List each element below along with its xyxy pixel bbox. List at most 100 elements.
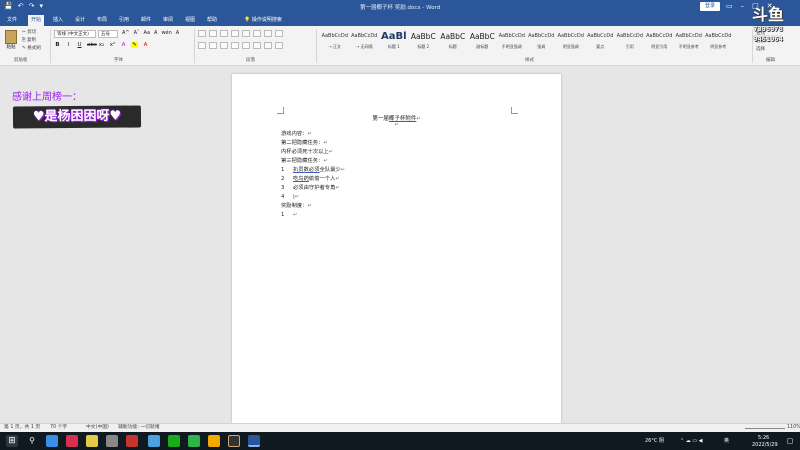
- cut-button[interactable]: ✂ 剪切: [22, 29, 41, 37]
- notification-icon[interactable]: ▢: [784, 435, 796, 447]
- align-right-icon[interactable]: [220, 42, 228, 49]
- subscript-button[interactable]: x₂: [98, 42, 105, 48]
- text-effects-icon[interactable]: A: [120, 42, 127, 48]
- tell-me-search[interactable]: 💡 操作说明搜索: [244, 15, 282, 26]
- highlight-icon[interactable]: ✎: [131, 42, 138, 48]
- word-app-icon[interactable]: [248, 435, 260, 447]
- decrease-indent-icon[interactable]: [231, 30, 239, 37]
- font-name-select[interactable]: 等线 (中文正文): [54, 30, 96, 38]
- app-icon-blue[interactable]: [148, 435, 160, 447]
- tab-view[interactable]: 视图: [182, 15, 198, 26]
- style-item[interactable]: AaBbCcDd 强调: [527, 29, 557, 55]
- italic-button[interactable]: I: [65, 42, 72, 48]
- justify-icon[interactable]: [231, 42, 239, 49]
- document-line[interactable]: 2 吃鸟药偷偷一个人↵: [281, 175, 541, 184]
- change-case-icon[interactable]: Aa: [144, 30, 150, 36]
- sort-icon[interactable]: [264, 30, 272, 37]
- shading-icon[interactable]: [264, 42, 272, 49]
- weather-widget[interactable]: 26°C 阴: [645, 438, 664, 444]
- align-center-icon[interactable]: [209, 42, 217, 49]
- font-color-icon[interactable]: A: [142, 42, 149, 48]
- tab-design[interactable]: 设计: [72, 15, 88, 26]
- system-tray-icons[interactable]: ⌃ ☁ ▭ ◀: [680, 438, 703, 444]
- distributed-icon[interactable]: [242, 42, 250, 49]
- style-item[interactable]: AaBbCcDd → 正文: [320, 29, 350, 55]
- format-painter-button[interactable]: ✎ 格式刷: [22, 45, 41, 53]
- clock-time[interactable]: 5:26: [758, 435, 769, 441]
- shrink-font-icon[interactable]: Aˇ: [134, 30, 140, 36]
- document-page[interactable]: 第一届椰子杯附件↵ ↵ 游戏内容：↵ 第二把隐藏任务：↵ 内杯必须死十次以上↵ 第三把…: [232, 74, 561, 423]
- char-border-icon[interactable]: A: [176, 30, 179, 36]
- style-item[interactable]: AaBbCcDd 引用: [615, 29, 645, 55]
- accessibility-status[interactable]: 辅助功能: 一切就绪: [118, 424, 160, 432]
- undo-icon[interactable]: ↶: [18, 2, 24, 10]
- app-icon-red[interactable]: [66, 435, 78, 447]
- style-item[interactable]: AaBbC 标题 2: [409, 29, 439, 55]
- document-line[interactable]: 3 必须由守护者专角↵: [281, 184, 541, 193]
- search-icon[interactable]: ⚲: [26, 435, 38, 447]
- style-item[interactable]: AaBbCcDd 明显参考: [704, 29, 734, 55]
- paste-button[interactable]: 粘贴: [4, 30, 18, 50]
- font-size-select[interactable]: 五号: [98, 30, 118, 38]
- redo-icon[interactable]: ↷: [29, 2, 35, 10]
- clock-date[interactable]: 2022/5/29: [752, 442, 778, 448]
- input-language-indicator[interactable]: 英: [724, 438, 729, 444]
- multilevel-list-icon[interactable]: [220, 30, 228, 37]
- zoom-level[interactable]: 110%: [787, 424, 800, 432]
- line-spacing-icon[interactable]: [253, 42, 261, 49]
- save-icon[interactable]: 💾: [4, 2, 13, 10]
- wechat-icon[interactable]: [168, 435, 180, 447]
- document-line[interactable]: 奖励制度：↵: [281, 202, 541, 211]
- style-item[interactable]: AaBbC 标题: [438, 29, 468, 55]
- show-marks-icon[interactable]: [275, 30, 283, 37]
- app-icon-yellow[interactable]: [208, 435, 220, 447]
- tab-review[interactable]: 审阅: [160, 15, 176, 26]
- bullets-icon[interactable]: [198, 30, 206, 37]
- settings-icon[interactable]: [106, 435, 118, 447]
- tab-references[interactable]: 引用: [116, 15, 132, 26]
- style-item[interactable]: AaBbC 副标题: [468, 29, 498, 55]
- file-explorer-icon[interactable]: [86, 435, 98, 447]
- game-app-icon[interactable]: [228, 435, 240, 447]
- style-item[interactable]: AaBl 标题 1: [379, 29, 409, 55]
- tab-file[interactable]: 文件: [4, 15, 20, 26]
- align-left-icon[interactable]: [198, 42, 206, 49]
- tab-insert[interactable]: 插入: [50, 15, 66, 26]
- superscript-button[interactable]: x²: [109, 42, 116, 48]
- style-item[interactable]: AaBbCcDd 要点: [586, 29, 616, 55]
- clear-format-icon[interactable]: A: [154, 30, 157, 36]
- style-item[interactable]: AaBbCcDd → 无间隔: [350, 29, 380, 55]
- tab-home[interactable]: 开始: [28, 15, 45, 26]
- tab-mailings[interactable]: 邮件: [138, 15, 154, 26]
- app-icon-red-2[interactable]: [126, 435, 138, 447]
- style-item[interactable]: AaBbCcDd 不明显强调: [497, 29, 527, 55]
- strikethrough-button[interactable]: abc: [87, 42, 97, 48]
- increase-indent-icon[interactable]: [242, 30, 250, 37]
- phonetic-guide-icon[interactable]: wén: [161, 30, 171, 36]
- style-item[interactable]: AaBbCcDd 不明显参考: [674, 29, 704, 55]
- tab-layout[interactable]: 布局: [94, 15, 110, 26]
- document-line[interactable]: 游戏内容：↵: [281, 130, 541, 139]
- borders-icon[interactable]: [275, 42, 283, 49]
- bold-button[interactable]: B: [54, 42, 61, 48]
- edge-browser-icon[interactable]: [46, 435, 58, 447]
- tab-help[interactable]: 帮助: [204, 15, 220, 26]
- start-windows-icon[interactable]: ⊞: [6, 435, 18, 447]
- document-line[interactable]: 4 |↵: [281, 193, 541, 202]
- copy-button[interactable]: ⎘ 复制: [22, 37, 41, 45]
- page-count[interactable]: 第 1 页，共 1 页: [4, 424, 40, 432]
- language-indicator[interactable]: 中文(中国): [86, 424, 109, 432]
- document-line[interactable]: 第二把隐藏任务：↵: [281, 139, 541, 148]
- grow-font-icon[interactable]: A^: [122, 30, 130, 36]
- document-line[interactable]: 1 ↵: [281, 211, 541, 220]
- document-line[interactable]: 1 扒员数必须全队最少↵: [281, 166, 541, 175]
- underline-button[interactable]: U: [76, 42, 83, 48]
- wechat-icon-2[interactable]: [188, 435, 200, 447]
- ribbon-display-icon[interactable]: ▭: [726, 2, 733, 10]
- numbering-icon[interactable]: [209, 30, 217, 37]
- customize-toolbar-icon[interactable]: ▾: [39, 2, 43, 10]
- word-count[interactable]: 70 个字: [50, 424, 67, 432]
- style-item[interactable]: AaBbCcDd 明显强调: [556, 29, 586, 55]
- login-button[interactable]: 登录: [700, 2, 720, 11]
- style-item[interactable]: AaBbCcDd 明显引用: [645, 29, 675, 55]
